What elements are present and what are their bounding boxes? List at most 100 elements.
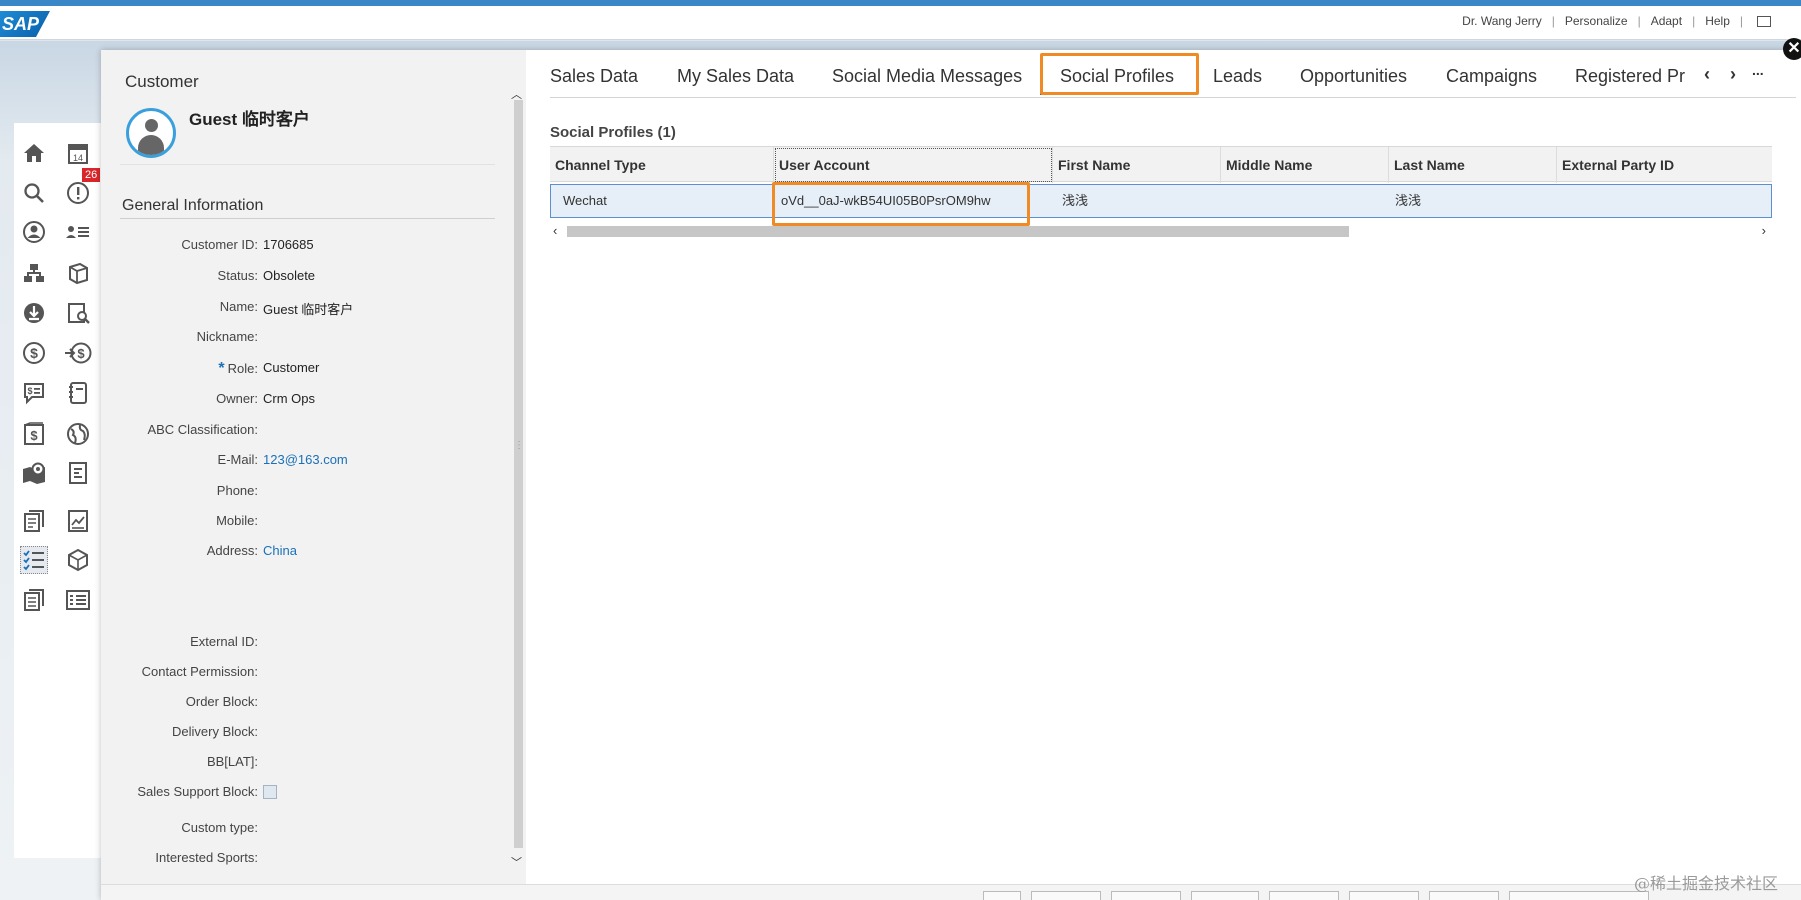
watermark: @稀土掘金技术社区: [1634, 874, 1779, 893]
column-header-user-account[interactable]: User Account: [774, 147, 1053, 183]
notification-badge: 26: [82, 168, 101, 182]
invoice-icon[interactable]: $: [20, 420, 48, 448]
close-icon[interactable]: ✕: [1783, 38, 1801, 60]
tab-leads[interactable]: Leads: [1213, 66, 1262, 87]
table-horizontal-scrollbar[interactable]: ‹ ›: [550, 223, 1772, 238]
footer-button[interactable]: [1111, 891, 1181, 900]
footer-button[interactable]: [1429, 891, 1499, 900]
field-order-block: Order Block:: [185, 694, 258, 709]
field-interested-sports: Interested Sports:: [155, 850, 258, 865]
table-row[interactable]: Wechat oVd__0aJ-wkB54UI05B0PsrOM9hw 浅浅 浅…: [550, 184, 1772, 218]
tab-campaigns[interactable]: Campaigns: [1446, 66, 1537, 87]
footer-button[interactable]: [1191, 891, 1259, 900]
money-icon[interactable]: $: [20, 339, 48, 367]
box-icon[interactable]: [64, 546, 92, 574]
help-link[interactable]: Help: [1705, 14, 1730, 28]
column-header-first-name[interactable]: First Name: [1053, 147, 1221, 183]
highlight-box-user-account: [772, 182, 1030, 226]
transfer-money-icon[interactable]: $: [64, 339, 92, 367]
cell-external-party-id: [1558, 185, 1773, 217]
address-link[interactable]: China: [263, 543, 297, 558]
quote-icon[interactable]: $: [20, 379, 48, 407]
field-custom-type: Custom type:: [181, 820, 258, 835]
panel-scrollbar[interactable]: ︿ ﹀: [511, 86, 523, 876]
documents-icon[interactable]: [20, 507, 48, 535]
tab-registered-products[interactable]: Registered Pr: [1575, 66, 1687, 87]
tab-my-sales-data[interactable]: My Sales Data: [677, 66, 794, 87]
footer-button[interactable]: [983, 891, 1021, 900]
field-bb-lat: BB[LAT]:: [206, 754, 258, 769]
calendar-icon[interactable]: 14: [64, 139, 92, 167]
field-delivery-block: Delivery Block:: [172, 724, 258, 739]
field-abc-classification: ABC Classification:: [147, 422, 258, 437]
chevron-left-icon[interactable]: ‹: [1704, 64, 1710, 85]
chevron-down-icon[interactable]: ﹀: [511, 854, 522, 870]
panel-title: Customer: [125, 72, 199, 91]
sales-support-block-checkbox[interactable]: [263, 785, 277, 799]
tab-social-media-messages[interactable]: Social Media Messages: [832, 66, 1022, 87]
tab-sales-data[interactable]: Sales Data: [550, 66, 638, 87]
svg-text:$: $: [30, 428, 38, 443]
download-icon[interactable]: [20, 299, 48, 327]
analysis-icon[interactable]: [64, 299, 92, 327]
list-icon[interactable]: [64, 586, 92, 614]
field-customer-id: Customer ID: 1706685: [181, 237, 314, 252]
customer-name: Guest 临时客户: [189, 110, 310, 129]
window-icon[interactable]: [1757, 15, 1771, 27]
alert-icon[interactable]: [64, 179, 92, 207]
more-tabs-icon[interactable]: ...: [1752, 62, 1764, 78]
field-phone: Phone:: [216, 483, 258, 498]
user-menu[interactable]: Dr. Wang Jerry: [1462, 14, 1542, 28]
cell-last-name: 浅浅: [1395, 193, 1422, 208]
scrollbar-thumb[interactable]: [567, 226, 1349, 237]
chevron-right-icon[interactable]: ›: [1730, 64, 1736, 85]
dialog-footer: [101, 884, 1801, 900]
highlight-box-tab: [1040, 53, 1199, 95]
forms-icon[interactable]: [20, 586, 48, 614]
chevron-left-icon[interactable]: ‹: [553, 223, 557, 238]
field-contact-permission: Contact Permission:: [141, 664, 258, 679]
adapt-link[interactable]: Adapt: [1651, 14, 1682, 28]
chevron-right-icon[interactable]: ›: [1762, 223, 1766, 238]
column-header-last-name[interactable]: Last Name: [1389, 147, 1557, 183]
footer-button[interactable]: [1269, 891, 1339, 900]
field-address: Address: China: [206, 543, 297, 558]
account-icon[interactable]: [20, 218, 48, 246]
column-header-middle-name[interactable]: Middle Name: [1221, 147, 1389, 183]
home-icon[interactable]: [20, 139, 48, 167]
contacts-icon[interactable]: [64, 218, 92, 246]
checklist-icon[interactable]: [20, 546, 48, 574]
personalize-link[interactable]: Personalize: [1565, 14, 1628, 28]
scrollbar-thumb[interactable]: [514, 100, 523, 848]
org-icon[interactable]: [20, 259, 48, 287]
tab-divider: [550, 97, 1796, 98]
report-icon[interactable]: [64, 459, 92, 487]
product-icon[interactable]: [64, 259, 92, 287]
field-nickname: Nickname:: [196, 329, 258, 344]
footer-button[interactable]: [1031, 891, 1101, 900]
cell-middle-name: [1222, 185, 1390, 217]
chart-doc-icon[interactable]: [64, 507, 92, 535]
sap-logo[interactable]: SAP: [0, 11, 50, 37]
top-nav: Dr. Wang Jerry | Personalize | Adapt | H…: [1462, 14, 1771, 28]
tab-opportunities[interactable]: Opportunities: [1300, 66, 1407, 87]
required-marker: *: [218, 360, 225, 377]
footer-button[interactable]: [1509, 891, 1649, 900]
column-header-channel-type[interactable]: Channel Type: [550, 147, 774, 183]
cell-channel-type: Wechat: [563, 193, 607, 208]
top-bar: SAP Dr. Wang Jerry | Personalize | Adapt…: [0, 6, 1801, 40]
search-icon[interactable]: [20, 179, 48, 207]
divider: [120, 218, 495, 219]
avatar: [126, 108, 176, 158]
notebook-icon[interactable]: [64, 379, 92, 407]
svg-text:14: 14: [73, 153, 83, 163]
map-icon[interactable]: [20, 459, 48, 487]
globe-money-icon[interactable]: [64, 420, 92, 448]
email-link[interactable]: 123@163.com: [263, 452, 348, 467]
panel-splitter[interactable]: ⋮: [514, 440, 524, 451]
column-header-external-party-id[interactable]: External Party ID: [1557, 147, 1772, 183]
footer-button[interactable]: [1349, 891, 1419, 900]
field-mobile: Mobile:: [216, 513, 258, 528]
social-profiles-title: Social Profiles (1): [550, 124, 676, 141]
left-icon-rail: 14 $ $ $ $: [14, 123, 104, 858]
